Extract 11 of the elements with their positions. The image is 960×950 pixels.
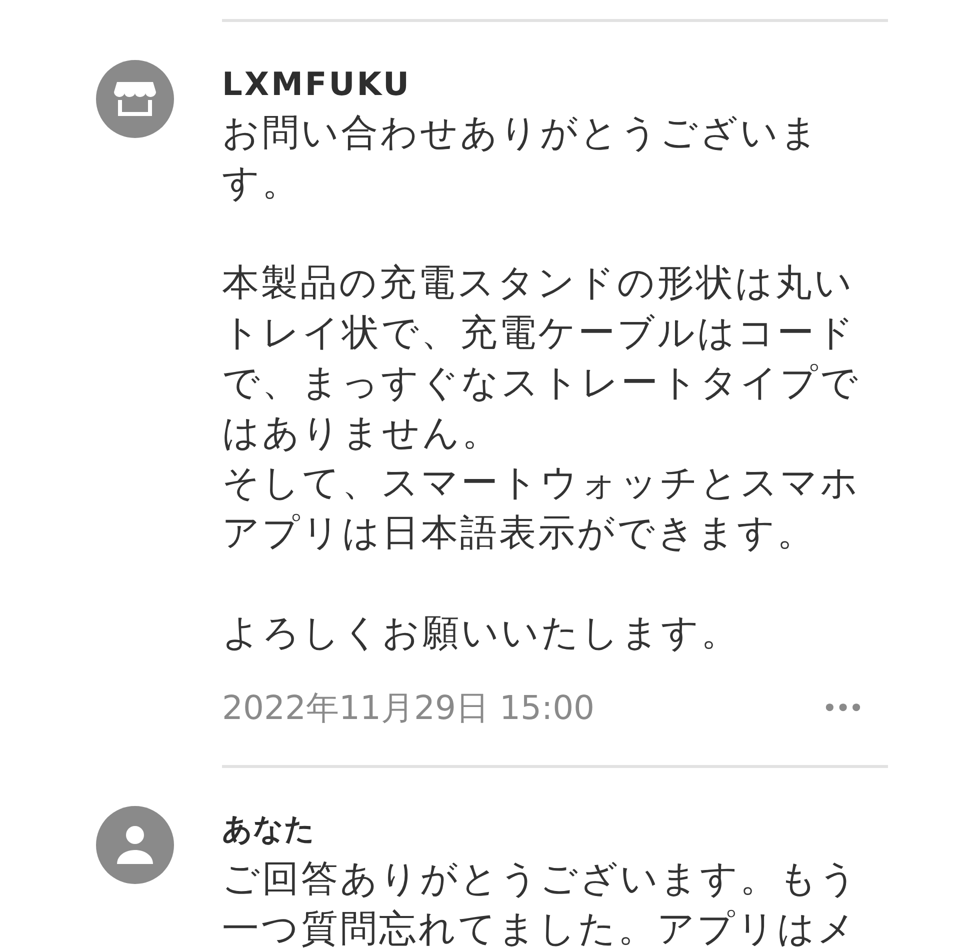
shop-icon: [113, 80, 157, 118]
message-text: よろしくお願いいたします。: [222, 610, 741, 656]
message-date: 2022年11月29日 15:00: [222, 687, 595, 729]
author-name: あなた: [222, 811, 316, 849]
more-button[interactable]: •••: [822, 694, 862, 724]
message-text: ご回答ありがとうございます。もう一つ質問忘れてました。アプリはメ: [222, 856, 860, 950]
message-text: そして、スマートウォッチとスマホアプリは日本語表示ができます。: [222, 460, 861, 556]
message-text: 本製品の充電スタンドの形状は丸いトレイ状で、充電ケーブルはコードで、まっすぐなストレートタイプではありません。: [222, 260, 861, 456]
person-icon: [115, 824, 155, 866]
message-text: お問い合わせありがとうございます。: [222, 110, 821, 206]
author-name: LXMFUKU: [222, 64, 412, 105]
